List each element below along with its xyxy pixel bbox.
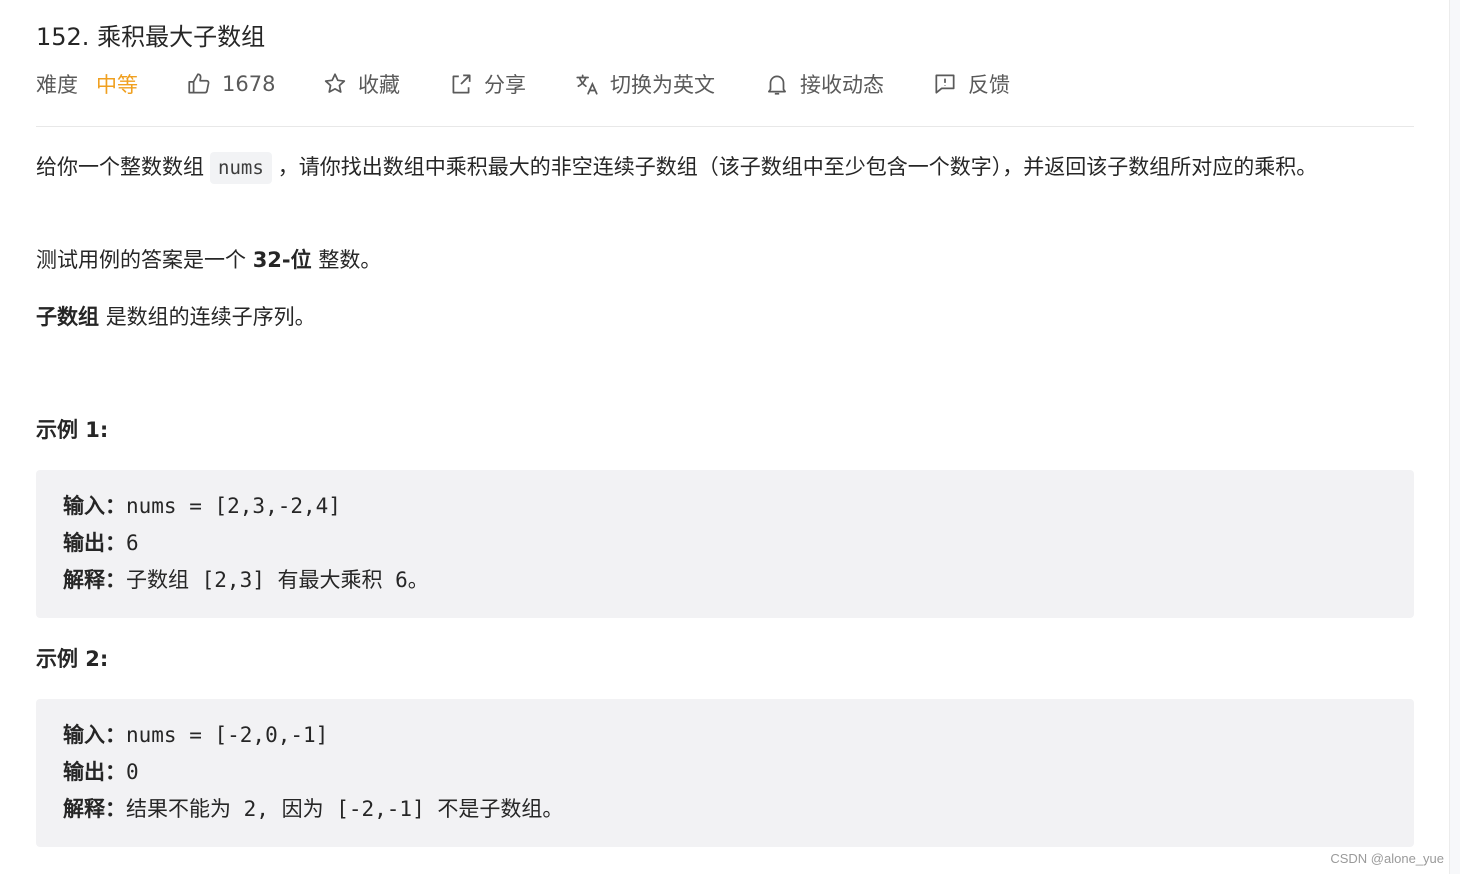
example-2-explanation: 解释：结果不能为 2, 因为 [-2,-1] 不是子数组。 xyxy=(63,794,563,824)
difficulty-value: 中等 xyxy=(96,73,138,97)
problem-meta-bar: 难度 中等 1678 收藏 分享 切换为英文 接收动态 反馈 xyxy=(36,66,1414,102)
input-label: 输入： xyxy=(63,723,126,747)
output-value: 6 xyxy=(126,531,139,555)
p2-bold: 32-位 xyxy=(252,248,312,272)
favorite-button[interactable]: 收藏 xyxy=(322,66,400,102)
explain-label: 解释： xyxy=(63,568,126,592)
explain-value: 子数组 [2,3] 有最大乘积 6。 xyxy=(126,568,429,592)
example-2-title: 示例 2: xyxy=(36,647,109,671)
translate-label: 切换为英文 xyxy=(610,73,715,97)
share-icon xyxy=(448,71,474,97)
example-2-block: 输入：nums = [-2,0,-1] 输出：0 解释：结果不能为 2, 因为 … xyxy=(36,699,1414,847)
translate-button[interactable]: 切换为英文 xyxy=(574,66,715,102)
example-2-input: 输入：nums = [-2,0,-1] xyxy=(63,720,328,750)
feedback-icon xyxy=(932,71,958,97)
p3-bold: 子数组 xyxy=(36,305,99,329)
input-label: 输入： xyxy=(63,494,126,518)
p1-text-before: 给你一个整数数组 xyxy=(36,155,204,179)
share-label: 分享 xyxy=(484,73,526,97)
thumbs-up-icon xyxy=(186,71,212,97)
explain-value: 结果不能为 2, 因为 [-2,-1] 不是子数组。 xyxy=(126,797,564,821)
bell-icon xyxy=(764,71,790,97)
problem-title: 152. 乘积最大子数组 xyxy=(36,23,266,51)
p3-text-after: 是数组的连续子序列。 xyxy=(105,305,316,329)
notify-label: 接收动态 xyxy=(800,73,884,97)
explain-label: 解释： xyxy=(63,797,126,821)
inline-code-nums: nums xyxy=(210,152,272,184)
output-value: 0 xyxy=(126,760,139,784)
divider xyxy=(36,126,1414,127)
p2-text-before: 测试用例的答案是一个 xyxy=(36,248,246,272)
difficulty: 难度 中等 xyxy=(36,66,138,102)
example-1-title: 示例 1: xyxy=(36,418,109,442)
notify-button[interactable]: 接收动态 xyxy=(764,66,884,102)
feedback-label: 反馈 xyxy=(968,73,1010,97)
output-label: 输出： xyxy=(63,760,126,784)
input-value: nums = [-2,0,-1] xyxy=(126,723,329,747)
description-paragraph-3: 子数组 是数组的连续子序列。 xyxy=(36,300,316,334)
description-paragraph-2: 测试用例的答案是一个 32-位 整数。 xyxy=(36,243,381,277)
output-label: 输出： xyxy=(63,531,126,555)
difficulty-label: 难度 xyxy=(36,73,78,97)
like-count: 1678 xyxy=(222,72,276,96)
feedback-button[interactable]: 反馈 xyxy=(932,66,1010,102)
input-value: nums = [2,3,-2,4] xyxy=(126,494,341,518)
description-paragraph-1: 给你一个整数数组 nums ，请你找出数组中乘积最大的非空连续子数组（该子数组中至少… xyxy=(36,150,1414,184)
star-icon xyxy=(322,71,348,97)
favorite-label: 收藏 xyxy=(358,73,400,97)
like-button[interactable]: 1678 xyxy=(186,66,275,102)
translate-icon xyxy=(574,71,600,97)
example-1-output: 输出：6 xyxy=(63,528,139,558)
example-1-explanation: 解释：子数组 [2,3] 有最大乘积 6。 xyxy=(63,565,429,595)
example-1-block: 输入：nums = [2,3,-2,4] 输出：6 解释：子数组 [2,3] 有… xyxy=(36,470,1414,618)
p2-text-after: 整数。 xyxy=(318,248,382,272)
example-1-input: 输入：nums = [2,3,-2,4] xyxy=(63,491,341,521)
example-2-output: 输出：0 xyxy=(63,757,139,787)
share-button[interactable]: 分享 xyxy=(448,66,526,102)
p1-text-after: ，请你找出数组中乘积最大的非空连续子数组（该子数组中至少包含一个数字），并返回该… xyxy=(277,155,1318,179)
scrollbar-edge[interactable] xyxy=(1449,0,1460,874)
watermark: CSDN @alone_yue xyxy=(1330,851,1444,866)
